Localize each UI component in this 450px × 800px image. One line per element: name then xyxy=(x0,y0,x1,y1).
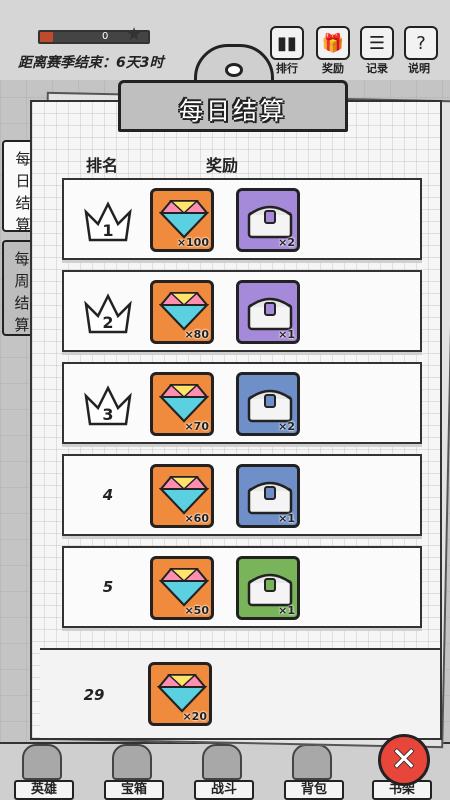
col-header-rank: 排名 xyxy=(86,156,119,175)
treasure-chest-icon xyxy=(247,573,293,607)
rank-number: 3 xyxy=(102,405,113,424)
rank-row: 5 ×50 ×1 xyxy=(62,546,422,628)
nav-battle[interactable]: 战斗 xyxy=(194,780,254,800)
chest-reward[interactable]: ×2 xyxy=(236,372,300,436)
battle-nav-icon xyxy=(202,744,242,780)
clipboard-header: 每日结算 xyxy=(118,44,348,136)
help-button-label: 说明 xyxy=(408,62,430,75)
gem-qty: ×100 xyxy=(176,236,209,249)
nav-heroes[interactable]: 英雄 xyxy=(14,780,74,800)
gem-qty: ×70 xyxy=(184,420,209,433)
rank-number: 1 xyxy=(102,221,113,240)
chest-qty: ×1 xyxy=(278,328,295,341)
chest-nav-icon xyxy=(112,744,152,780)
chest-qty: ×2 xyxy=(278,420,295,433)
gem-reward[interactable]: ×100 xyxy=(150,188,214,252)
record-button-label: 记录 xyxy=(366,62,388,75)
rank-number: 4 xyxy=(102,486,114,504)
col-header-reward: 奖励 xyxy=(206,156,239,175)
clip-body: 每日结算 xyxy=(118,80,348,132)
gem-qty: ×80 xyxy=(184,328,209,341)
question-icon: ? xyxy=(416,32,426,54)
rank-row: 1 ×100 ×2 xyxy=(62,178,422,260)
record-button[interactable]: ☰ xyxy=(360,26,394,60)
rank-number: 2 xyxy=(102,313,113,332)
clipboard-icon: ☰ xyxy=(368,32,386,54)
nav-bag[interactable]: 背包 xyxy=(284,780,344,800)
rank-row: 4 ×60 ×1 xyxy=(62,454,422,536)
gem-qty: ×50 xyxy=(184,604,209,617)
gem-icon xyxy=(159,292,209,331)
treasure-chest-icon xyxy=(247,297,293,331)
close-icon: ✕ xyxy=(390,740,418,778)
gem-icon xyxy=(159,384,209,423)
rank-row: 3 ×70 ×2 xyxy=(62,362,422,444)
my-rank-number: 29 xyxy=(83,686,105,704)
chest-qty: ×2 xyxy=(278,236,295,249)
close-button[interactable]: ✕ xyxy=(378,734,430,786)
gem-reward[interactable]: ×80 xyxy=(150,280,214,344)
treasure-chest-icon xyxy=(247,205,293,239)
star-icon: ★ xyxy=(126,24,143,45)
season-progress-value: 0 xyxy=(102,31,109,42)
my-gem-qty: ×20 xyxy=(182,710,207,723)
crown-icon: 1 xyxy=(84,201,132,242)
chest-reward[interactable]: ×1 xyxy=(236,464,300,528)
treasure-chest-icon xyxy=(247,389,293,423)
treasure-chest-icon xyxy=(247,481,293,515)
my-gem-reward[interactable]: ×20 xyxy=(148,662,212,726)
gem-icon xyxy=(157,674,207,713)
rank-number: 5 xyxy=(102,578,114,596)
chest-reward[interactable]: ×1 xyxy=(236,556,300,620)
chest-qty: ×1 xyxy=(278,512,295,525)
chest-qty: ×1 xyxy=(278,604,295,617)
chest-reward[interactable]: ×1 xyxy=(236,280,300,344)
crown-icon: 2 xyxy=(84,293,132,334)
panel-title: 每日结算 xyxy=(179,97,287,125)
gem-icon xyxy=(159,200,209,239)
nav-chests[interactable]: 宝箱 xyxy=(104,780,164,800)
clip-hole xyxy=(225,63,243,77)
gem-reward[interactable]: ×60 xyxy=(150,464,214,528)
chest-reward[interactable]: ×2 xyxy=(236,188,300,252)
bag-nav-icon xyxy=(292,744,332,780)
crown-icon: 3 xyxy=(84,385,132,426)
gem-qty: ×60 xyxy=(184,512,209,525)
gem-reward[interactable]: ×70 xyxy=(150,372,214,436)
gem-icon xyxy=(159,476,209,515)
tab-weekly-label: 每周结算 xyxy=(14,250,30,334)
gem-icon xyxy=(159,568,209,607)
gem-reward[interactable]: ×50 xyxy=(150,556,214,620)
help-button[interactable]: ? xyxy=(404,26,438,60)
rank-row: 2 ×80 ×1 xyxy=(62,270,422,352)
season-progress-fill xyxy=(40,32,53,42)
my-rank-row: 29 ×20 xyxy=(40,648,440,738)
hero-avatar-icon xyxy=(22,744,62,780)
